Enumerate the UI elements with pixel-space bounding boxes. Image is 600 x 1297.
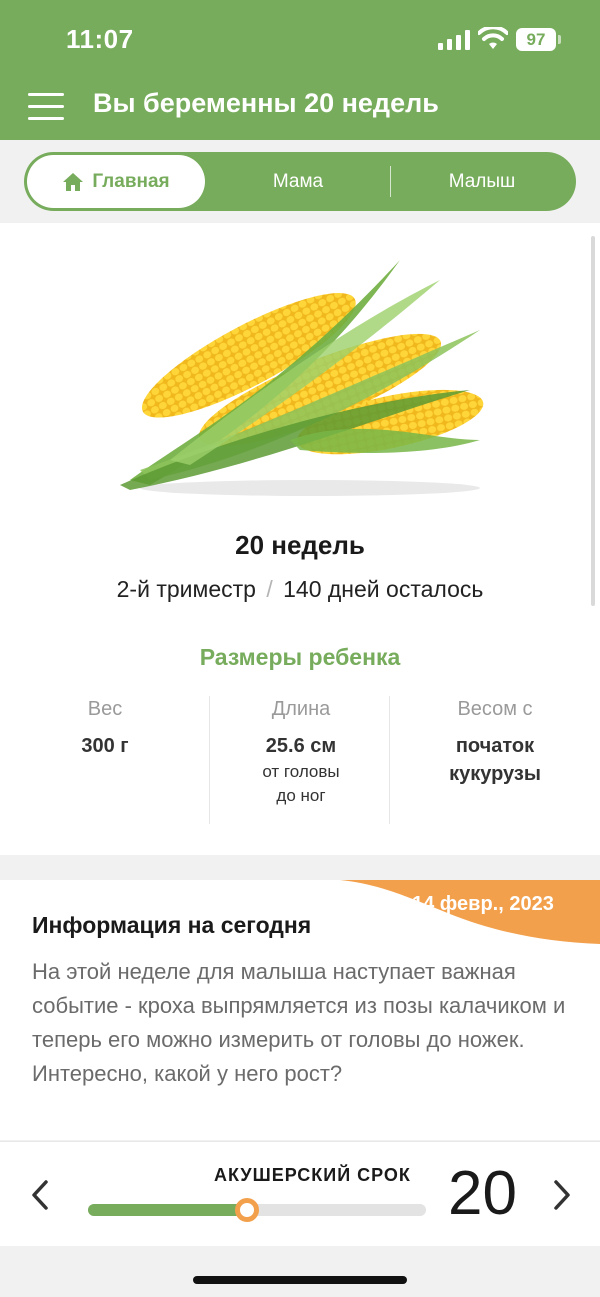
segmented-tabs: Главная Мама Малыш [24, 152, 576, 211]
corn-illustration-icon [120, 260, 484, 496]
tab-home[interactable]: Главная [27, 155, 205, 208]
weight-label: Вес [87, 698, 123, 720]
days-left-text: 140 дней осталось [283, 576, 484, 602]
tab-mom[interactable]: Мама [206, 155, 390, 208]
length-metric: Длина 25.6 см от головы до ног [212, 698, 390, 808]
battery-icon: 97 [516, 28, 556, 51]
week-title: 20 недель [235, 530, 365, 560]
prev-week-button[interactable] [26, 1178, 54, 1212]
next-week-button[interactable] [548, 1178, 576, 1212]
trimester-line: 2-й триместр / 140 дней осталось [0, 576, 600, 603]
slider-thumb[interactable] [234, 1198, 259, 1222]
weight-metric: Вес 300 г [18, 698, 192, 760]
menu-button[interactable] [28, 93, 64, 121]
comparison-label: Весом с [457, 698, 533, 720]
home-icon [63, 172, 84, 191]
trimester-text: 2-й триместр [116, 576, 256, 602]
week-number: 20 [448, 1159, 517, 1228]
hamburger-line [28, 93, 64, 96]
info-title: Информация на сегодня [32, 912, 312, 938]
status-time: 11:07 [66, 24, 134, 54]
obstetric-term-label: АКУШЕРСКИЙ СРОК [214, 1165, 411, 1185]
tab-baby[interactable]: Малыш [391, 155, 573, 208]
weight-value: 300 г [81, 735, 129, 757]
tab-home-label: Главная [92, 170, 170, 192]
baby-sizes-title: Размеры ребенка [199, 644, 401, 670]
comparison-value: початок [455, 735, 535, 757]
home-indicator-area [0, 1246, 600, 1297]
wifi-icon [478, 27, 508, 49]
metric-divider [389, 696, 390, 824]
length-note: до ног [276, 786, 326, 805]
metric-divider [209, 696, 210, 824]
week-slider[interactable] [88, 1198, 426, 1222]
length-label: Длина [271, 698, 331, 720]
status-bar: 11:07 97 [0, 0, 600, 80]
info-text: На этой неделе для малыша наступает важн… [32, 959, 566, 1086]
length-value: 25.6 см [265, 735, 337, 757]
size-comparison-metric: Весом с початок кукурузы [392, 698, 598, 788]
home-indicator[interactable] [193, 1276, 407, 1284]
slider-fill [88, 1204, 247, 1216]
app-header: 11:07 97 Вы беременны 20 недель [0, 0, 600, 140]
hamburger-line [28, 105, 64, 108]
page-title: Вы беременны 20 недель [93, 88, 439, 118]
date-badge: 14 февр., 2023 [412, 893, 554, 915]
cellular-signal-icon [438, 30, 470, 50]
battery-tip [558, 35, 561, 44]
separator: / [266, 576, 273, 602]
comparison-value: кукурузы [449, 763, 541, 785]
length-note: от головы [262, 762, 340, 781]
hamburger-line [28, 117, 64, 120]
